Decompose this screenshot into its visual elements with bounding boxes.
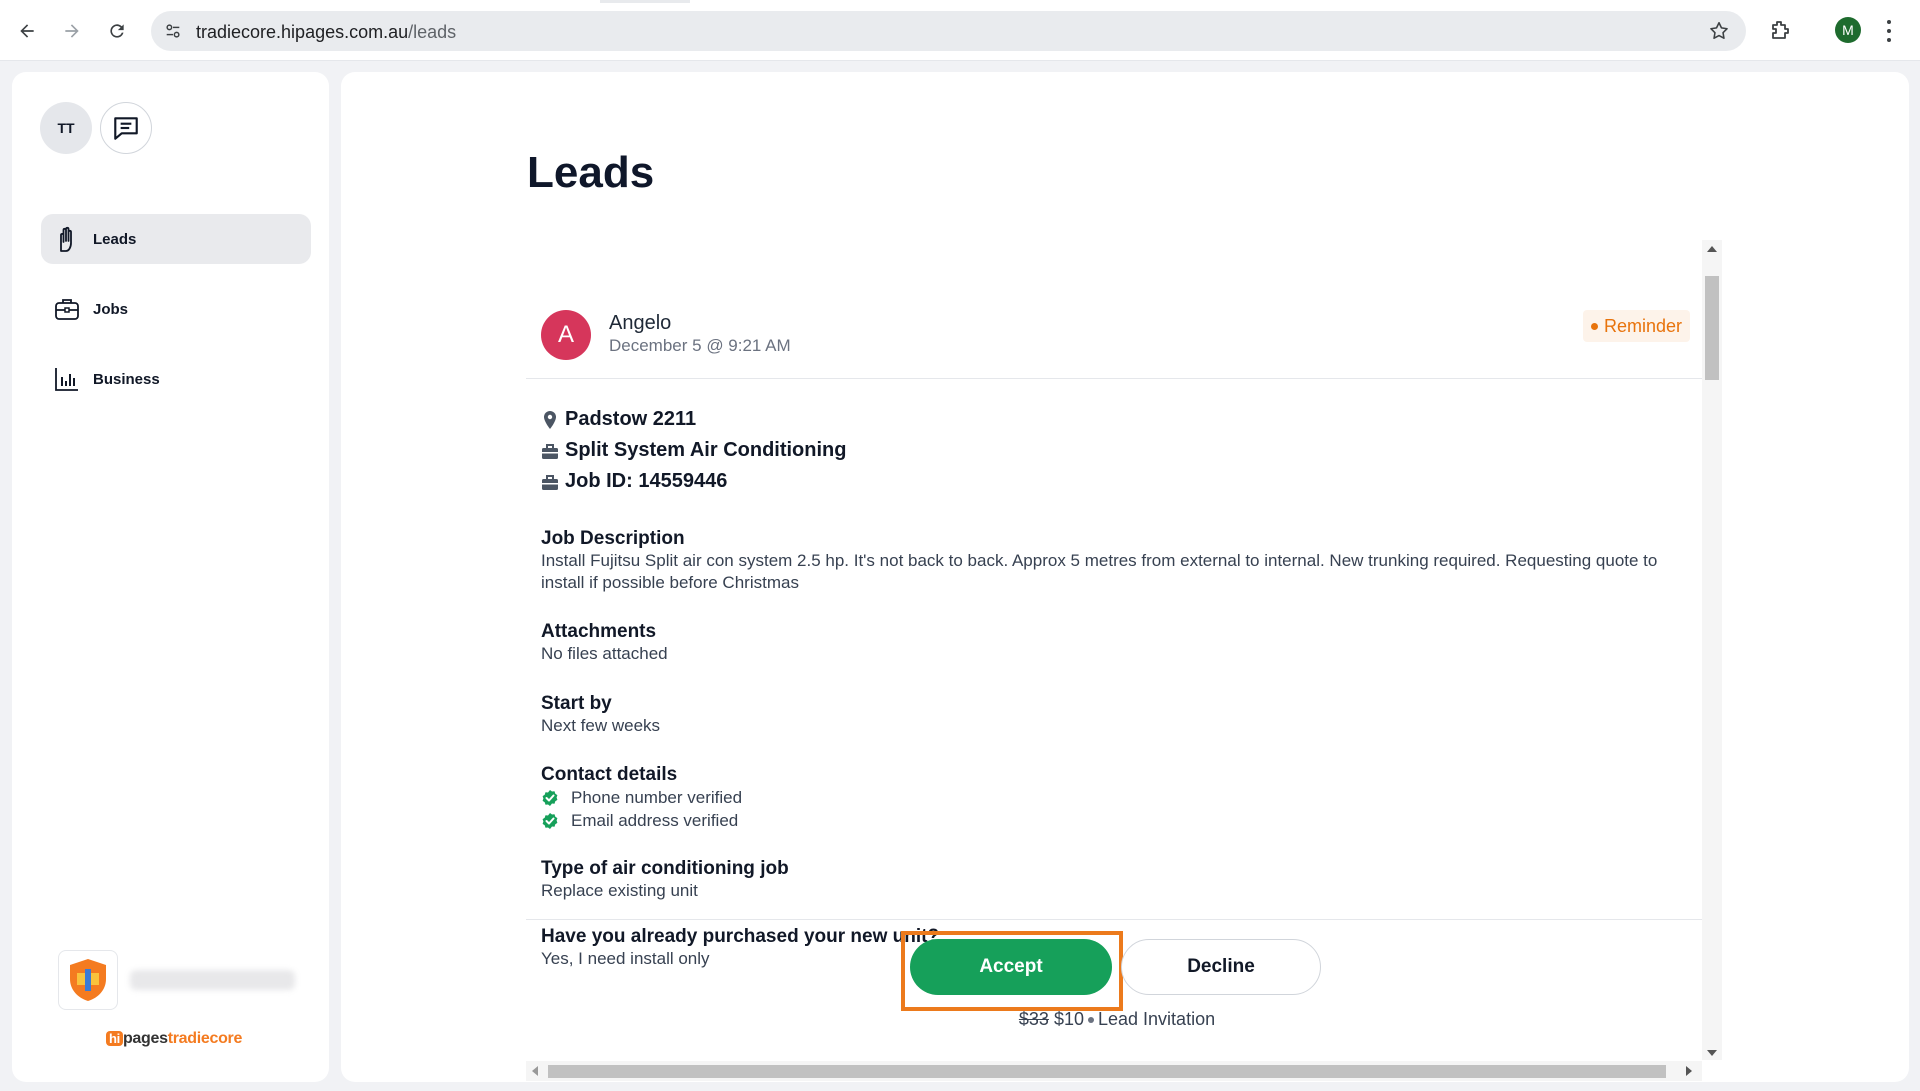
lead-pricing: $33 $10 Lead Invitation [526,1009,1708,1030]
url-host: tradiecore.hipages.com.au [196,22,409,42]
briefcase-icon [55,299,79,320]
sidebar-item-label: Leads [93,230,137,248]
contact-details-section: Contact details Phone number verified Em… [541,763,1691,832]
horizontal-scrollbar[interactable] [526,1061,1702,1081]
attachments-section: Attachments No files attached [541,620,1691,665]
menu-icon[interactable] [1884,18,1894,44]
divider [526,919,1708,920]
section-heading: Start by [541,693,612,714]
url-text[interactable]: tradiecore.hipages.com.au/leads [196,22,456,43]
start-by-section: Start by Next few weeks [541,692,1691,737]
job-id-text: Job ID: 14559446 [565,470,728,492]
section-heading: Job Description [541,528,685,549]
toolbox-icon [542,443,558,459]
section-body: Replace existing unit [541,881,698,900]
messages-button[interactable] [100,102,152,154]
reminder-label: Reminder [1604,315,1683,336]
phone-verified-row: Phone number verified [541,786,1691,809]
pricing-label: Lead Invitation [1098,1009,1216,1029]
hipages-tradiecore-logo: hi pagestradiecore [106,1030,242,1048]
section-heading: Contact details [541,764,678,785]
scroll-up-arrow-icon[interactable] [1707,246,1717,252]
sidebar-item-label: Jobs [93,300,129,318]
separator-dot [1088,1017,1094,1024]
vertical-scrollbar[interactable] [1702,240,1722,1060]
business-logo[interactable] [58,950,118,1010]
hand-icon [60,226,72,252]
location-row: Padstow 2211 [541,404,846,435]
job-description-section: Job Description Install Fujitsu Split ai… [541,527,1691,594]
section-body: No files attached [541,644,668,663]
job-id-row: Job ID: 14559446 [541,466,846,497]
email-verified-row: Email address verified [541,809,1691,832]
forward-icon[interactable] [55,14,89,48]
address-bar[interactable]: tradiecore.hipages.com.au/leads [151,11,1746,51]
map-pin-icon [544,410,556,429]
verified-check-icon [542,789,558,806]
browser-toolbar: tradiecore.hipages.com.au/leads M [0,0,1920,61]
old-price: $33 [1018,1009,1049,1029]
reminder-badge[interactable]: Reminder [1583,310,1691,342]
category-row: Split System Air Conditioning [541,435,846,466]
category-text: Split System Air Conditioning [565,439,847,461]
section-body: Install Fujitsu Split air con system 2.5… [541,551,1658,592]
location-text: Padstow 2211 [565,408,697,430]
page-title: Leads [527,148,655,197]
bar-chart-icon [55,368,78,391]
sidebar-item-label: Business [93,370,160,388]
sidebar: TT Leads Jobs Business hi pagestradiecore [12,72,329,1082]
new-price: $10 [1053,1009,1084,1029]
toolbox-icon [542,474,558,490]
scroll-down-arrow-icon[interactable] [1707,1050,1717,1056]
user-avatar[interactable]: TT [40,102,92,154]
lead-card: A Angelo December 5 @ 9:21 AM Reminder P… [526,236,1724,1068]
back-icon[interactable] [10,14,44,48]
star-icon[interactable] [1708,20,1730,42]
lead-date: December 5 @ 9:21 AM [609,336,791,355]
url-path: /leads [408,22,457,42]
extensions-icon[interactable] [1768,18,1794,44]
chat-icon [114,117,138,140]
phone-verified-text: Phone number verified [571,788,743,807]
tab-strip-edge [600,0,690,3]
lead-facts: Padstow 2211 Split System Air Conditioni… [541,404,846,497]
site-settings-icon[interactable] [163,21,183,41]
reminder-dot-icon [1591,322,1598,330]
section-heading: Type of air conditioning job [541,858,789,879]
sidebar-item-business[interactable]: Business [41,354,311,404]
sidebar-item-jobs[interactable]: Jobs [41,284,311,334]
sidebar-item-leads[interactable]: Leads [41,214,311,264]
accept-button[interactable]: Accept [910,939,1112,995]
profile-avatar[interactable]: M [1835,17,1861,43]
business-name-blurred [130,970,295,990]
section-heading: Attachments [541,621,657,642]
email-verified-text: Email address verified [571,811,739,830]
verified-check-icon [542,812,558,829]
job-type-section: Type of air conditioning job Replace exi… [541,857,1691,902]
scroll-left-arrow-icon[interactable] [532,1066,538,1076]
divider [526,378,1708,379]
customer-avatar: A [541,310,591,360]
main-panel: Leads A Angelo December 5 @ 9:21 AM Remi… [341,72,1909,1082]
scroll-thumb[interactable] [1705,276,1719,380]
customer-name: Angelo [609,312,672,334]
scroll-right-arrow-icon[interactable] [1686,1066,1692,1076]
scroll-thumb[interactable] [548,1065,1666,1078]
section-body: Next few weeks [541,716,661,735]
reload-icon[interactable] [100,14,134,48]
decline-button[interactable]: Decline [1121,939,1321,995]
